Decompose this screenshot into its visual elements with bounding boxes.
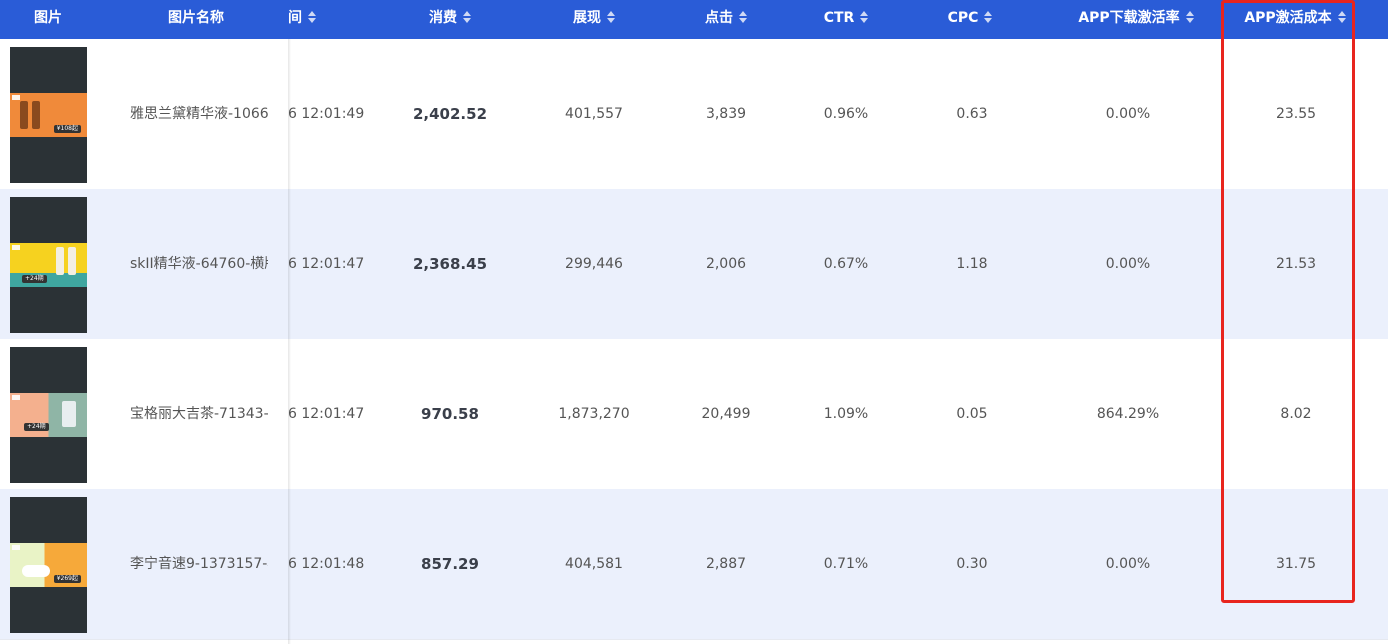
thumbnail-price: +24期 <box>24 423 49 431</box>
brand-tag-icon <box>12 95 20 100</box>
image-name: skII精华液-64760-横版 <box>130 256 268 272</box>
cpc-value: 1.18 <box>956 256 988 272</box>
thumbnail-price: ¥108起 <box>53 125 81 133</box>
table-row[interactable]: ¥269起 李宁音速9-1373157-横 6 12:01:48 857.29 … <box>0 489 1388 640</box>
sort-icon[interactable] <box>1337 11 1346 23</box>
ad-thumbnail[interactable]: ¥108起 <box>10 47 87 183</box>
thumbnail-banner: ¥108起 <box>10 93 87 137</box>
table-header: 图片 图片名称 间 消费 展现 点击 CTR CPC APP下载激活率 APP激… <box>0 0 1388 39</box>
table-row[interactable]: +24期 宝格丽大吉茶-71343- 6 12:01:47 970.58 1,8… <box>0 339 1388 490</box>
create-time: 6 12:01:48 <box>288 556 365 572</box>
image-name: 宝格丽大吉茶-71343- <box>130 406 268 422</box>
ad-thumbnail[interactable]: +24期 <box>10 347 87 483</box>
column-header-app-activation-cost[interactable]: APP激活成本 <box>1210 0 1380 39</box>
app-download-rate-value: 0.00% <box>1105 556 1151 572</box>
image-name: 李宁音速9-1373157-横 <box>130 556 268 572</box>
sort-icon[interactable] <box>739 11 747 23</box>
column-header-name: 图片名称 <box>168 10 224 26</box>
product-bottle-icon <box>68 247 76 275</box>
product-bottle-icon <box>62 401 76 427</box>
spend-value: 857.29 <box>421 555 479 573</box>
ad-thumbnail[interactable]: +24期 <box>10 197 87 333</box>
thumbnail-price: ¥269起 <box>53 575 81 583</box>
column-header-cpc[interactable]: CPC <box>890 0 1050 39</box>
app-activation-cost-value: 23.55 <box>1275 106 1317 122</box>
column-header-spend[interactable]: 消费 <box>370 0 530 39</box>
sort-icon[interactable] <box>1185 11 1194 23</box>
column-header-image: 图片 <box>34 10 62 26</box>
brand-tag-icon <box>12 245 20 250</box>
sort-icon[interactable] <box>984 11 993 23</box>
ad-thumbnail[interactable]: ¥269起 <box>10 497 87 633</box>
app-activation-cost-value: 31.75 <box>1275 556 1317 572</box>
cpc-value: 0.63 <box>956 106 988 122</box>
image-name: 雅思兰黛精华液-1066 <box>130 106 269 122</box>
column-header-time[interactable]: 间 <box>288 0 348 39</box>
create-time: 6 12:01:47 <box>288 406 365 422</box>
thumbnail-banner: ¥269起 <box>10 543 87 587</box>
app-download-rate-value: 0.00% <box>1105 256 1151 272</box>
product-bottle-icon <box>20 101 28 129</box>
app-activation-cost-value: 8.02 <box>1280 406 1312 422</box>
sort-icon[interactable] <box>463 11 471 23</box>
sort-icon[interactable] <box>860 11 869 23</box>
sort-icon[interactable] <box>308 11 316 23</box>
brand-tag-icon <box>12 395 20 400</box>
sort-icon[interactable] <box>607 11 615 23</box>
spend-value: 2,402.52 <box>412 105 488 123</box>
spend-value: 970.58 <box>421 405 479 423</box>
thumbnail-banner: +24期 <box>10 393 87 437</box>
app-download-rate-value: 0.00% <box>1105 106 1151 122</box>
app-download-rate-value: 864.29% <box>1096 406 1160 422</box>
table-row[interactable]: ¥108起 雅思兰黛精华液-1066 6 12:01:49 2,402.52 4… <box>0 39 1388 190</box>
product-shoe-icon <box>22 565 50 577</box>
create-time: 6 12:01:47 <box>288 256 365 272</box>
brand-tag-icon <box>12 545 20 550</box>
product-bottle-icon <box>56 247 64 275</box>
product-bottle-icon <box>32 101 40 129</box>
fixed-column-shadow <box>288 39 291 644</box>
create-time: 6 12:01:49 <box>288 106 365 122</box>
thumbnail-banner: +24期 <box>10 243 87 287</box>
app-activation-cost-value: 21.53 <box>1275 256 1317 272</box>
cpc-value: 0.05 <box>956 406 988 422</box>
spend-value: 2,368.45 <box>412 255 488 273</box>
cpc-value: 0.30 <box>956 556 988 572</box>
column-header-app-download-rate[interactable]: APP下载激活率 <box>1046 0 1226 39</box>
table-row[interactable]: +24期 skII精华液-64760-横版 6 12:01:47 2,368.4… <box>0 189 1388 340</box>
thumbnail-price: +24期 <box>22 275 47 283</box>
